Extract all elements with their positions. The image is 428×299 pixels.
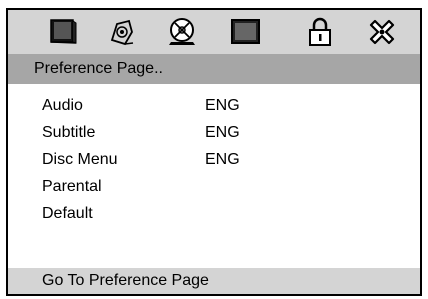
menu-item-audio[interactable]: Audio ENG [8,94,420,118]
menu-item-default[interactable]: Default [8,202,420,226]
menu-item-disc-menu[interactable]: Disc Menu ENG [8,148,420,172]
lock-icon[interactable] [304,16,336,48]
osd-menu-window: Preference Page.. Audio ENG Subtitle ENG… [6,8,422,296]
page-title: Preference Page.. [34,60,163,77]
menu-item-value: ENG [205,151,240,168]
menu-item-subtitle[interactable]: Subtitle ENG [8,121,420,145]
setup-tab-bar [8,10,420,55]
audio-speaker-icon[interactable] [106,16,138,48]
menu-item-label: Default [42,205,93,222]
menu-item-label: Disc Menu [42,151,118,168]
menu-item-value: ENG [205,124,240,141]
tv-screen-icon[interactable] [47,16,79,48]
menu-item-label: Parental [42,178,102,195]
page-title-bar: Preference Page.. [8,54,420,84]
disc-icon[interactable] [167,16,199,48]
menu-item-value: ENG [205,97,240,114]
video-screen-icon[interactable] [230,16,262,48]
menu-item-label: Audio [42,97,83,114]
status-bar: Go To Preference Page [8,268,420,294]
menu-item-label: Subtitle [42,124,96,141]
status-text: Go To Preference Page [42,272,209,289]
menu-item-parental[interactable]: Parental [8,175,420,199]
settings-icon[interactable] [366,16,398,48]
